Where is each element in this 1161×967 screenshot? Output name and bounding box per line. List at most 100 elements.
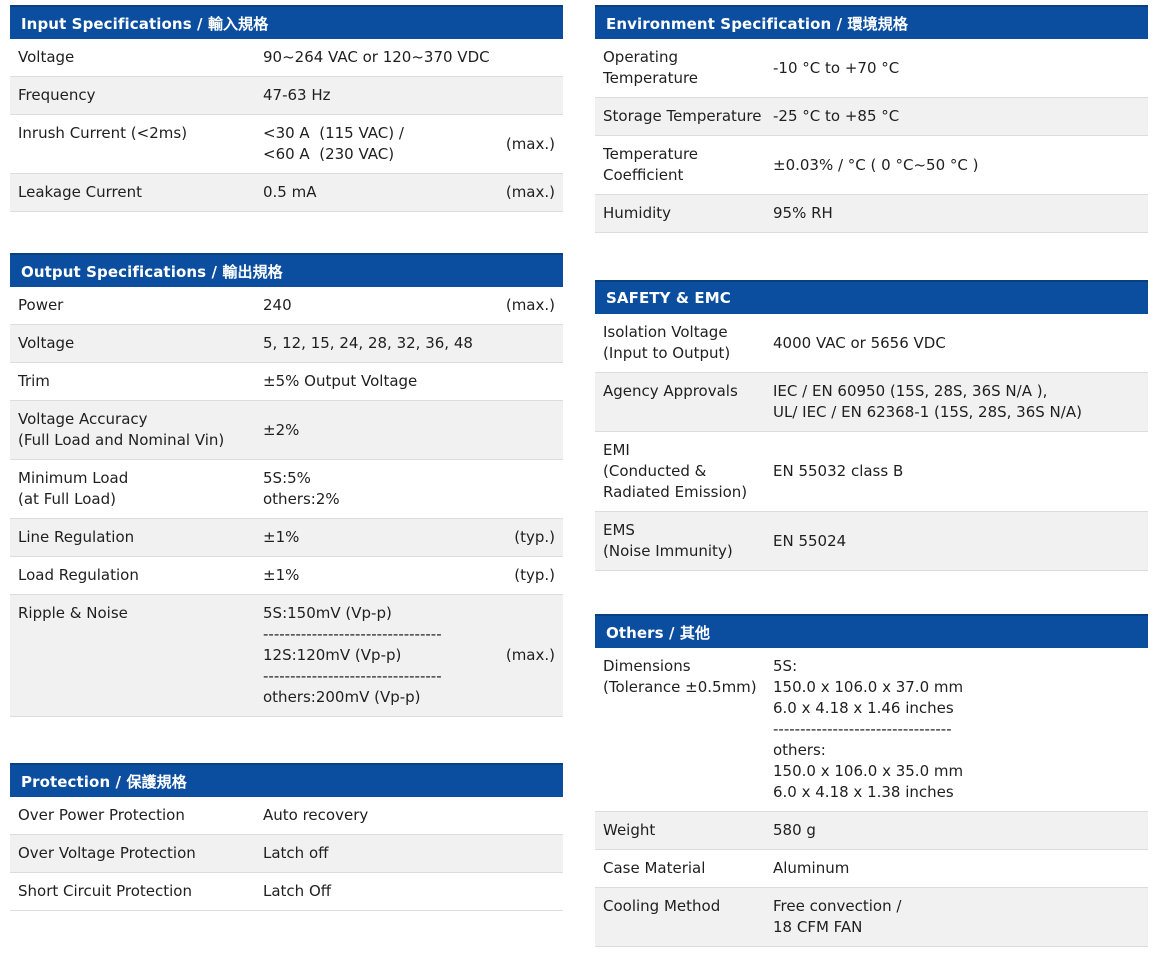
spec-value-text: ±5% Output Voltage	[263, 371, 417, 392]
others-table-body: Dimensions (Tolerance ±0.5mm) 5S: 150.0 …	[595, 648, 1148, 947]
spec-value: ±1%	[263, 557, 497, 594]
spec-label: Humidity	[595, 195, 773, 232]
spec-value-text: 47-63 Hz	[263, 85, 331, 106]
spec-value-text: 580 g	[773, 820, 816, 841]
protection-table-header: Protection / 保護規格	[10, 763, 563, 797]
spec-note	[497, 401, 563, 459]
environment-table-header: Environment Specification / 環境規格	[595, 5, 1148, 39]
table-row: Leakage Current 0.5 mA (max.)	[10, 174, 563, 212]
table-row: EMS (Noise Immunity) EN 55024	[595, 512, 1148, 571]
protection-table-body: Over Power Protection Auto recovery Over…	[10, 797, 563, 911]
spec-value-text: EN 55024	[773, 531, 846, 552]
table-row: Power 240 (max.)	[10, 287, 563, 325]
spec-label: Cooling Method	[595, 888, 773, 946]
spec-label: Inrush Current (<2ms)	[10, 115, 263, 173]
spec-value: 0.5 mA	[263, 174, 497, 211]
protection-table-title: Protection / 保護規格	[21, 771, 187, 792]
spec-value-text: IEC / EN 60950 (15S, 28S, 36S N/A ), UL/…	[773, 381, 1082, 423]
spec-value-text: 5S: 150.0 x 106.0 x 37.0 mm 6.0 x 4.18 x…	[773, 656, 963, 803]
input-specifications-table: Input Specifications / 輸入規格 Voltage 90~2…	[10, 5, 563, 212]
spec-value-text: ±1%	[263, 565, 299, 586]
spec-label: Weight	[595, 812, 773, 849]
spec-label: Ripple & Noise	[10, 595, 263, 716]
others-table-header: Others / 其他	[595, 614, 1148, 648]
table-row: Storage Temperature -25 °C to +85 °C	[595, 98, 1148, 136]
spec-value: EN 55032 class B	[773, 432, 1148, 511]
spec-value: 5S: 150.0 x 106.0 x 37.0 mm 6.0 x 4.18 x…	[773, 648, 1148, 811]
spec-note: (typ.)	[497, 557, 563, 594]
spec-value-text: 4000 VAC or 5656 VDC	[773, 333, 946, 354]
environment-table-body: Operating Temperature -10 °C to +70 °C S…	[595, 39, 1148, 233]
table-row: Frequency 47-63 Hz	[10, 77, 563, 115]
spec-value-text: 0.5 mA	[263, 182, 317, 203]
table-row: Weight 580 g	[595, 812, 1148, 850]
spec-label: Temperature Coefficient	[595, 136, 773, 194]
spec-value: Latch off	[263, 835, 497, 872]
spec-label: Over Power Protection	[10, 797, 263, 834]
others-table: Others / 其他 Dimensions (Tolerance ±0.5mm…	[595, 614, 1148, 947]
spec-value-text: Latch Off	[263, 881, 331, 902]
spec-note	[497, 363, 563, 400]
others-table-title: Others / 其他	[606, 622, 710, 643]
table-row: Inrush Current (<2ms) <30 A (115 VAC) / …	[10, 115, 563, 174]
spec-value-text: Auto recovery	[263, 805, 368, 826]
spec-label: Trim	[10, 363, 263, 400]
spec-label: EMS (Noise Immunity)	[595, 512, 773, 570]
spec-value: ±1%	[263, 519, 497, 556]
spec-label: Line Regulation	[10, 519, 263, 556]
spec-value: Free convection / 18 CFM FAN	[773, 888, 1148, 946]
output-table-title: Output Specifications / 輸出規格	[21, 261, 283, 282]
spec-value-text: 90~264 VAC or 120~370 VDC	[263, 47, 490, 68]
spec-note	[497, 77, 563, 114]
spec-value: ±5% Output Voltage	[263, 363, 497, 400]
table-row: Humidity 95% RH	[595, 195, 1148, 233]
spec-label: Storage Temperature	[595, 98, 773, 135]
spec-value: 5S:5% others:2%	[263, 460, 497, 518]
spec-label: Voltage	[10, 39, 263, 76]
spec-label: Isolation Voltage (Input to Output)	[595, 314, 773, 372]
spec-value: 5, 12, 15, 24, 28, 32, 36, 48	[263, 325, 497, 362]
table-row: Operating Temperature -10 °C to +70 °C	[595, 39, 1148, 98]
spec-value: 95% RH	[773, 195, 1148, 232]
spec-label: Voltage Accuracy (Full Load and Nominal …	[10, 401, 263, 459]
spec-value: 580 g	[773, 812, 1148, 849]
spec-value-text: 5S:150mV (Vp-p) ------------------------…	[263, 603, 442, 708]
spec-note: (typ.)	[497, 519, 563, 556]
table-row: Minimum Load (at Full Load) 5S:5% others…	[10, 460, 563, 519]
table-row: Agency Approvals IEC / EN 60950 (15S, 28…	[595, 373, 1148, 432]
spec-label: Operating Temperature	[595, 39, 773, 97]
spec-value: 90~264 VAC or 120~370 VDC	[263, 39, 497, 76]
left-column: Input Specifications / 輸入規格 Voltage 90~2…	[10, 5, 563, 947]
spec-note	[497, 873, 563, 910]
spec-value-text: -10 °C to +70 °C	[773, 58, 899, 79]
spec-note	[497, 325, 563, 362]
spec-value-text: Free convection / 18 CFM FAN	[773, 896, 901, 938]
output-specifications-table: Output Specifications / 輸出規格 Power 240 (…	[10, 253, 563, 717]
spec-value-text: Latch off	[263, 843, 328, 864]
protection-table: Protection / 保護規格 Over Power Protection …	[10, 763, 563, 911]
spec-label: Dimensions (Tolerance ±0.5mm)	[595, 648, 773, 811]
spec-value: Auto recovery	[263, 797, 497, 834]
spec-note: (max.)	[497, 287, 563, 324]
spec-note: (max.)	[497, 174, 563, 211]
spec-value: EN 55024	[773, 512, 1148, 570]
spec-value-text: 5S:5% others:2%	[263, 468, 340, 510]
table-row: Short Circuit Protection Latch Off	[10, 873, 563, 911]
spec-label: Case Material	[595, 850, 773, 887]
spec-value: -25 °C to +85 °C	[773, 98, 1148, 135]
spec-value-text: <30 A (115 VAC) / <60 A (230 VAC)	[263, 123, 404, 165]
table-row: Voltage 5, 12, 15, 24, 28, 32, 36, 48	[10, 325, 563, 363]
spec-note: (max.)	[497, 115, 563, 173]
table-row: Isolation Voltage (Input to Output) 4000…	[595, 314, 1148, 373]
output-table-header: Output Specifications / 輸出規格	[10, 253, 563, 287]
spec-value: ±0.03% / °C ( 0 °C~50 °C )	[773, 136, 1148, 194]
spec-value: IEC / EN 60950 (15S, 28S, 36S N/A ), UL/…	[773, 373, 1148, 431]
spec-label: Power	[10, 287, 263, 324]
input-table-header: Input Specifications / 輸入規格	[10, 5, 563, 39]
spec-value: 240	[263, 287, 497, 324]
safety-table-body: Isolation Voltage (Input to Output) 4000…	[595, 314, 1148, 571]
spec-value: ±2%	[263, 401, 497, 459]
spec-label: Voltage	[10, 325, 263, 362]
input-table-title: Input Specifications / 輸入規格	[21, 13, 268, 34]
table-row: Over Power Protection Auto recovery	[10, 797, 563, 835]
